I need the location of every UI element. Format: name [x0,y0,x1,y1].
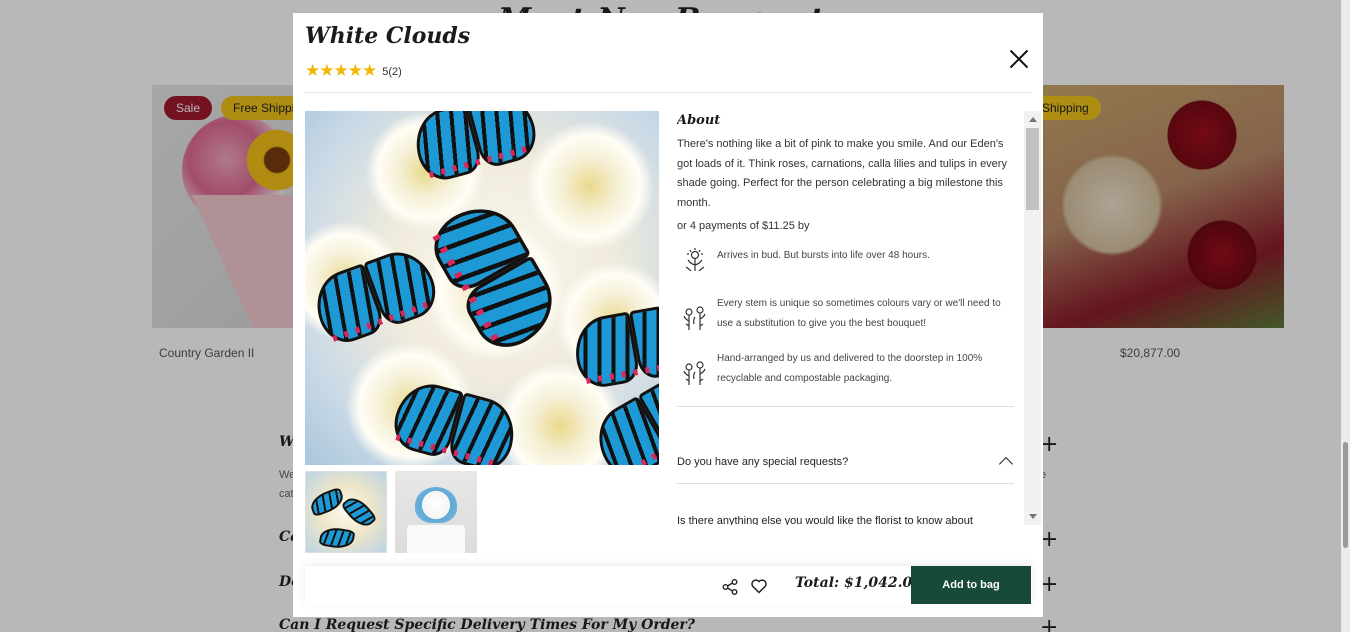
chrysanthemum [525,121,655,251]
scroll-down-arrow-icon[interactable] [1029,514,1037,519]
product-details-panel: About There's nothing like a bit of pink… [677,111,1014,525]
about-heading: About [677,113,721,128]
bouquet [415,487,457,523]
divider [677,406,1014,407]
details-scrollbar[interactable] [1024,111,1041,525]
feature-item: Arrives in bud. But bursts into life ove… [681,246,1011,274]
star-rating-icon: ★★★★★ [305,61,377,81]
stems-icon [683,361,706,385]
rating-count: 5(2) [382,65,402,78]
stems-icon [683,306,706,330]
product-title: White Clouds [305,23,471,49]
display-stand [407,525,465,553]
feature-text: Every stem is unique so sometimes colour… [717,298,1001,329]
product-thumbnail[interactable] [305,471,387,553]
installment-payments: or 4 payments of $11.25 by [677,220,810,232]
special-requests-toggle[interactable]: Do you have any special requests? [677,456,848,468]
details-scrollbar-thumb[interactable] [1026,128,1039,210]
bud-icon [685,248,705,272]
feature-text: Hand-arranged by us and delivered to the… [717,353,983,384]
feature-item: Every stem is unique so sometimes colour… [681,294,1011,334]
heart-icon[interactable] [750,577,768,595]
product-main-image[interactable] [305,111,659,465]
butterfly [307,486,347,518]
feature-item: Hand-arranged by us and delivered to the… [681,349,1011,389]
product-rating[interactable]: ★★★★★ 5(2) [305,63,402,80]
chevron-up-icon[interactable] [998,456,1014,472]
page-scrollbar-thumb[interactable] [1343,442,1348,548]
feature-text: Arrives in bud. But bursts into life ove… [717,250,930,261]
add-to-bag-button[interactable]: Add to bag [911,566,1031,604]
page-scrollbar[interactable] [1341,0,1350,632]
divider [305,92,1032,93]
quick-view-modal: White Clouds ★★★★★ 5(2) About There's no… [293,13,1043,617]
purchase-bar: Total: $1,042.00 Add to bag [305,566,1032,606]
divider [677,483,1014,484]
close-icon[interactable] [1005,45,1033,73]
share-icon[interactable] [721,578,739,596]
florist-note-label: Is there anything else you would like th… [677,515,973,525]
total-price: Total: $1,042.00 [795,575,922,591]
product-thumbnail[interactable] [395,471,477,553]
about-description: There's nothing like a bit of pink to ma… [677,138,1007,209]
butterfly [318,525,356,551]
butterfly [340,492,378,532]
scroll-up-arrow-icon[interactable] [1029,117,1037,122]
